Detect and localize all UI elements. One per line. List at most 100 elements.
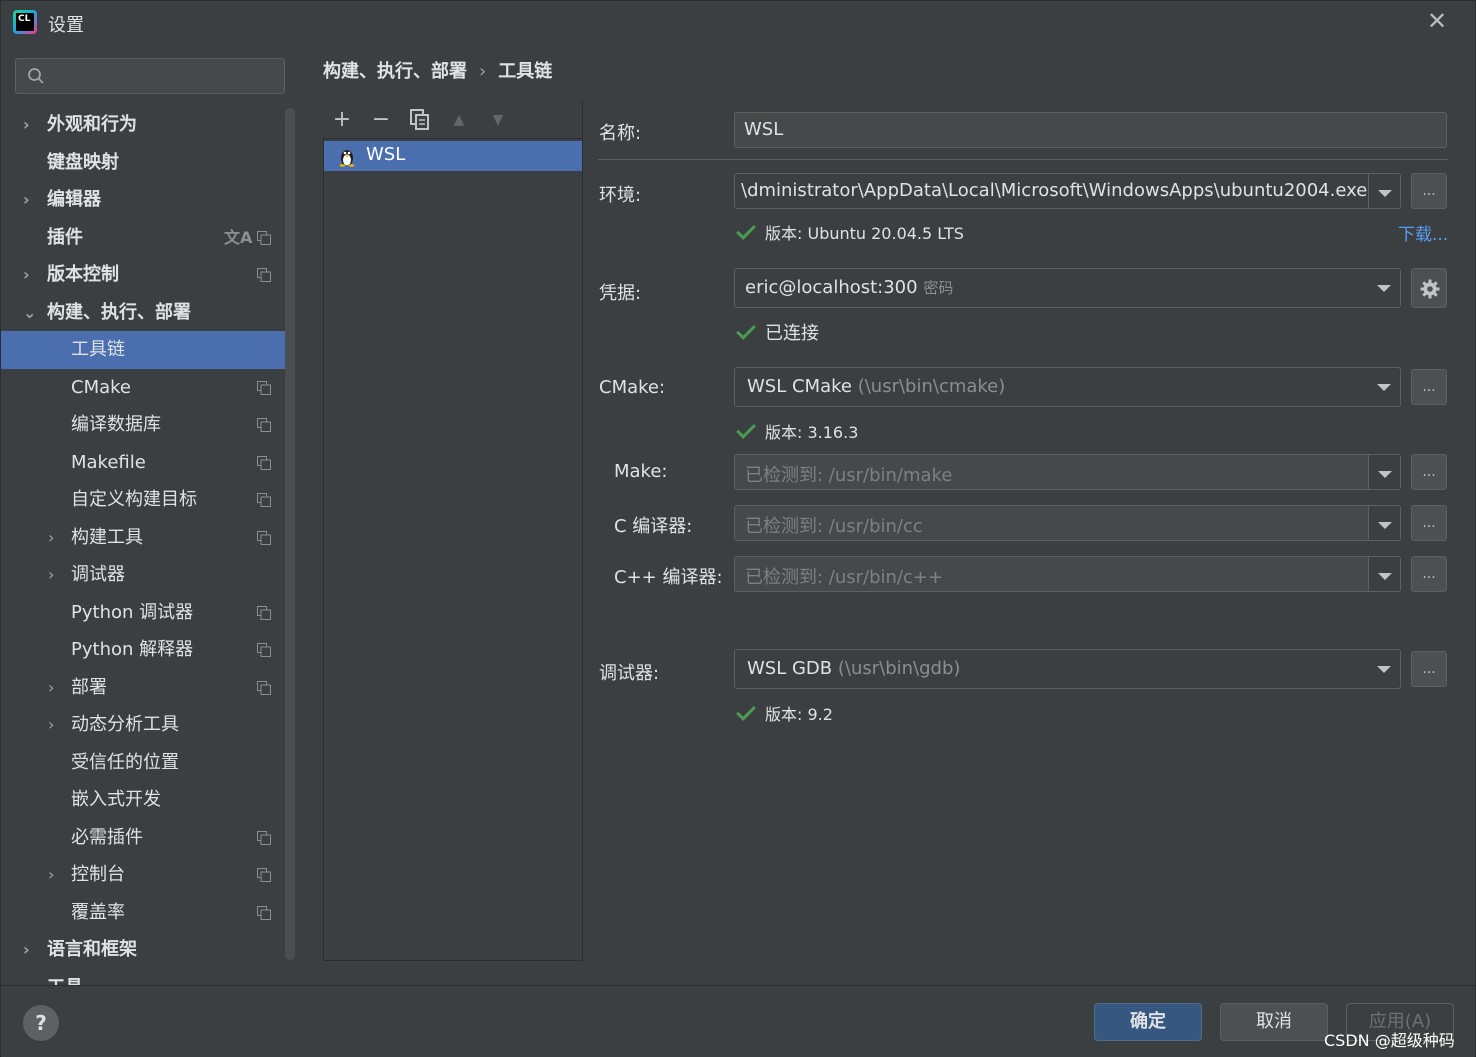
sidebar-item-label: 受信任的位置 bbox=[71, 751, 179, 773]
sidebar-item-toolchains[interactable]: 工具链 bbox=[1, 331, 285, 369]
toolchain-list-item[interactable]: WSL bbox=[324, 141, 582, 171]
sidebar-item-makefile[interactable]: Makefile bbox=[1, 444, 285, 482]
check-icon bbox=[736, 701, 756, 721]
project-scope-icon bbox=[257, 268, 271, 282]
cancel-button[interactable]: 取消 bbox=[1220, 1003, 1328, 1041]
sidebar-item-appearance[interactable]: › 外观和行为 bbox=[1, 106, 285, 144]
sidebar-item-embedded[interactable]: 嵌入式开发 bbox=[1, 781, 285, 819]
project-scope-icon bbox=[257, 680, 271, 695]
clion-logo-icon: CL bbox=[13, 10, 37, 34]
settings-search[interactable] bbox=[15, 58, 285, 94]
download-link[interactable]: 下载... bbox=[1398, 220, 1448, 245]
sidebar-item-debugger[interactable]: › 调试器 bbox=[1, 556, 285, 594]
sidebar-item-coverage[interactable]: 覆盖率 bbox=[1, 894, 285, 932]
watermark: CSDN @超级种码 bbox=[1324, 1031, 1455, 1050]
chevron-right-icon[interactable]: › bbox=[23, 256, 37, 294]
chevron-right-icon[interactable]: › bbox=[48, 706, 62, 744]
sidebar-item-vcs[interactable]: › 版本控制 bbox=[1, 256, 285, 294]
sidebar-item-custom-build-targets[interactable]: 自定义构建目标 bbox=[1, 481, 285, 519]
project-scope-icon bbox=[257, 230, 271, 245]
c-compiler-value: 已检测到: /usr/bin/cc bbox=[745, 516, 923, 537]
cpp-compiler-combo[interactable]: 已检测到: /usr/bin/c++ bbox=[734, 556, 1401, 592]
chevron-down-icon[interactable] bbox=[1368, 455, 1400, 489]
help-button[interactable]: ? bbox=[23, 1005, 59, 1041]
chevron-down-icon[interactable] bbox=[1368, 269, 1400, 307]
sidebar-item-python-interpreter[interactable]: Python 解释器 bbox=[1, 631, 285, 669]
cpp-compiler-value: 已检测到: /usr/bin/c++ bbox=[745, 567, 944, 588]
browse-debugger-button[interactable]: ... bbox=[1411, 651, 1447, 687]
toolchain-list-toolbar: + − ▲ ▼ bbox=[323, 105, 583, 135]
chevron-down-icon[interactable] bbox=[1368, 506, 1400, 540]
remove-toolchain-button[interactable]: − bbox=[367, 105, 395, 135]
settings-sidebar: › 外观和行为 键盘映射 › 编辑器 插件 文A › 版本控制 ⌄ 构建、执行、… bbox=[1, 43, 297, 985]
cmake-combo[interactable]: WSL CMake (\usr\bin\cmake) bbox=[734, 367, 1401, 407]
close-button[interactable]: ✕ bbox=[1425, 9, 1449, 33]
debugger-combo[interactable]: WSL GDB (\usr\bin\gdb) bbox=[734, 649, 1401, 689]
project-scope-icon bbox=[257, 830, 271, 845]
chevron-right-icon[interactable]: › bbox=[48, 556, 62, 594]
credentials-status: 已连接 bbox=[736, 319, 819, 345]
cpp-compiler-label: C++ 编译器: bbox=[614, 567, 723, 588]
chevron-down-icon[interactable]: ⌄ bbox=[23, 294, 37, 332]
browse-cpp-compiler-button[interactable]: ... bbox=[1411, 556, 1447, 592]
panel-divider bbox=[582, 101, 583, 961]
sidebar-item-console[interactable]: › 控制台 bbox=[1, 856, 285, 894]
chevron-right-icon[interactable]: › bbox=[48, 519, 62, 557]
sidebar-scrollbar[interactable] bbox=[285, 108, 295, 960]
debugger-path: (\usr\bin\gdb) bbox=[837, 658, 961, 679]
chevron-right-icon[interactable]: › bbox=[23, 931, 37, 969]
browse-cmake-button[interactable]: ... bbox=[1411, 369, 1447, 405]
browse-make-button[interactable]: ... bbox=[1411, 454, 1447, 490]
search-icon bbox=[28, 68, 44, 84]
environment-combo[interactable]: \dministrator\AppData\Local\Microsoft\Wi… bbox=[734, 173, 1401, 209]
sidebar-item-editor[interactable]: › 编辑器 bbox=[1, 181, 285, 219]
sidebar-item-label: Makefile bbox=[71, 451, 146, 473]
sidebar-item-build-tools[interactable]: › 构建工具 bbox=[1, 519, 285, 557]
sidebar-item-cmake[interactable]: CMake bbox=[1, 369, 285, 407]
ok-button[interactable]: 确定 bbox=[1094, 1003, 1202, 1041]
breadcrumb-parent[interactable]: 构建、执行、部署 bbox=[323, 57, 467, 83]
sidebar-item-dynamic-analysis[interactable]: › 动态分析工具 bbox=[1, 706, 285, 744]
copy-toolchain-button[interactable] bbox=[406, 105, 434, 135]
name-field[interactable]: WSL bbox=[734, 112, 1447, 148]
add-toolchain-button[interactable]: + bbox=[328, 105, 356, 135]
project-scope-icon bbox=[257, 905, 271, 920]
make-combo[interactable]: 已检测到: /usr/bin/make bbox=[734, 454, 1401, 490]
chevron-down-icon[interactable] bbox=[1368, 174, 1400, 208]
credentials-combo[interactable]: eric@localhost:300 密码 bbox=[734, 268, 1401, 308]
debugger-name: WSL GDB bbox=[747, 658, 833, 679]
breadcrumb-current: 工具链 bbox=[498, 61, 553, 82]
chevron-down-icon[interactable] bbox=[1368, 557, 1400, 591]
make-label: Make: bbox=[614, 461, 668, 482]
search-input[interactable] bbox=[54, 63, 274, 89]
chevron-right-icon[interactable]: › bbox=[48, 669, 62, 707]
chevron-right-icon[interactable]: › bbox=[23, 181, 37, 219]
sidebar-item-required-plugins[interactable]: 必需插件 bbox=[1, 819, 285, 857]
window-title: 设置 bbox=[48, 15, 84, 36]
sidebar-item-keymap[interactable]: 键盘映射 bbox=[1, 144, 285, 182]
dialog-button-bar: ? 确定 取消 应用(A) bbox=[1, 985, 1475, 1057]
move-down-button[interactable]: ▼ bbox=[484, 105, 512, 135]
browse-environment-button[interactable]: ... bbox=[1411, 173, 1447, 209]
sidebar-item-compilation-db[interactable]: 编译数据库 bbox=[1, 406, 285, 444]
sidebar-item-build[interactable]: ⌄ 构建、执行、部署 bbox=[1, 294, 285, 332]
sidebar-item-tools[interactable]: › 工具 bbox=[1, 969, 285, 986]
chevron-down-icon[interactable] bbox=[1368, 368, 1400, 406]
sidebar-item-trusted-locations[interactable]: 受信任的位置 bbox=[1, 744, 285, 782]
chevron-right-icon[interactable]: › bbox=[23, 969, 37, 986]
chevron-right-icon[interactable]: › bbox=[48, 856, 62, 894]
sidebar-item-label: 插件 bbox=[47, 226, 83, 248]
sidebar-item-plugins[interactable]: 插件 文A bbox=[1, 219, 285, 257]
c-compiler-combo[interactable]: 已检测到: /usr/bin/cc bbox=[734, 505, 1401, 541]
sidebar-item-label: 外观和行为 bbox=[47, 114, 137, 135]
credentials-settings-button[interactable] bbox=[1411, 268, 1447, 308]
sidebar-item-deployment[interactable]: › 部署 bbox=[1, 669, 285, 707]
move-up-button[interactable]: ▲ bbox=[445, 105, 473, 135]
sidebar-item-languages[interactable]: › 语言和框架 bbox=[1, 931, 285, 969]
browse-c-compiler-button[interactable]: ... bbox=[1411, 505, 1447, 541]
sidebar-item-label: 工具 bbox=[47, 969, 83, 986]
chevron-right-icon[interactable]: › bbox=[23, 106, 37, 144]
chevron-down-icon[interactable] bbox=[1368, 650, 1400, 688]
sidebar-item-python-debugger[interactable]: Python 调试器 bbox=[1, 594, 285, 632]
credentials-host: eric@localhost:300 bbox=[745, 277, 918, 298]
